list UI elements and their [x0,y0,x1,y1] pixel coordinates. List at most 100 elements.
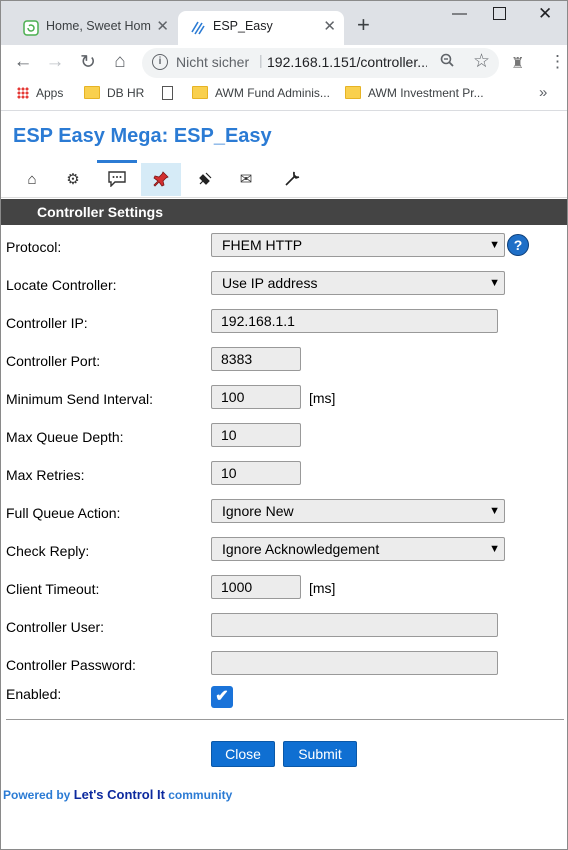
folder-icon [84,86,100,99]
full-queue-label: Full Queue Action: [6,505,121,521]
apps-icon [17,87,29,99]
timeout-label: Client Timeout: [6,581,100,597]
check-reply-row: Check Reply: Ignore Acknowledgement ▼ [1,537,567,567]
esp-favicon-icon [191,21,205,35]
browser-menu-icon[interactable]: ⋮ [549,52,566,72]
client-timeout-input[interactable]: 1000 [211,575,301,599]
controller-password-input[interactable] [211,651,498,675]
main-menu: ⌂ ⚙ ✉ [1,160,567,198]
reload-icon[interactable]: ↻ [77,51,99,74]
folder-icon [345,86,361,99]
footer-brand-link[interactable]: Let's Control It [74,787,165,802]
ip-row: Controller IP: 192.168.1.1 [1,309,567,339]
unit-label: [ms] [309,390,336,406]
port-row: Controller Port: 8383 [1,347,567,377]
close-button[interactable]: Close [211,741,275,767]
browser-window: Home, Sweet Home ✕ ESP_Easy ✕ + — ✕ ← → … [0,0,568,850]
bookmark-awm-fund[interactable]: AWM Fund Adminis... [192,86,330,100]
port-label: Controller Port: [6,353,101,369]
tab-close-icon[interactable]: ✕ [156,17,169,35]
tab-esp-easy[interactable]: ESP_Easy ✕ [178,11,344,45]
tab-close-icon[interactable]: ✕ [323,17,336,35]
full-queue-row: Full Queue Action: Ignore New ▼ [1,499,567,529]
protocol-label: Protocol: [6,239,62,255]
security-label: Nicht sicher [176,54,250,70]
password-row: Controller Password: [1,651,567,681]
unit-label: [ms] [309,580,336,596]
main-icon[interactable]: ⌂ [12,163,52,196]
submit-button[interactable]: Submit [283,741,357,767]
config-icon[interactable]: ⚙ [53,163,93,196]
max-retries-input[interactable]: 10 [211,461,301,485]
locate-row: Locate Controller: Use IP address ▼ [1,271,567,301]
page-icon [162,86,173,100]
info-icon[interactable]: i [152,54,168,70]
retries-label: Max Retries: [6,467,85,483]
notifications-icon[interactable]: ✉ [226,163,266,196]
bookmark-awm-investment[interactable]: AWM Investment Pr... [345,86,484,100]
tab-home[interactable]: Home, Sweet Home ✕ [11,11,177,45]
minimize-icon[interactable]: — [452,5,467,22]
page-content: ESP Easy Mega: ESP_Easy ⌂ ⚙ ✉ Controller… [1,111,567,849]
min-interval-row: Minimum Send Interval: 100 [ms] [1,385,567,415]
controllers-icon[interactable] [97,160,137,196]
url-text[interactable]: 192.168.1.151/controller... [267,54,427,70]
divider [6,719,564,720]
zoom-icon[interactable] [440,53,454,71]
bookmark-db-hr[interactable]: DB HR [84,86,144,100]
dropdown-arrow-icon: ▼ [489,277,500,289]
enabled-label: Enabled: [6,686,62,702]
ip-label: Controller IP: [6,315,88,331]
new-tab-icon[interactable]: + [357,12,370,38]
bookmark-page[interactable] [162,86,180,101]
check-reply-select[interactable]: Ignore Acknowledgement ▼ [211,537,505,561]
back-icon[interactable]: ← [12,51,34,73]
dropdown-arrow-icon: ▼ [489,505,500,517]
queue-depth-row: Max Queue Depth: 10 [1,423,567,453]
section-header: Controller Settings [1,199,567,225]
address-bar[interactable]: i Nicht sicher | 192.168.1.151/controlle… [142,48,499,78]
user-row: Controller User: [1,613,567,643]
check-reply-label: Check Reply: [6,543,90,559]
tab-title: Home, Sweet Home [46,19,151,33]
full-queue-select[interactable]: Ignore New ▼ [211,499,505,523]
timeout-row: Client Timeout: 1000 [ms] [1,575,567,605]
browser-toolbar: ← → ↻ ⌂ i Nicht sicher | 192.168.1.151/c… [1,45,567,81]
dropdown-arrow-icon: ▼ [489,543,500,555]
queue-depth-input[interactable]: 10 [211,423,301,447]
retries-row: Max Retries: 10 [1,461,567,491]
folder-icon [192,86,208,99]
hardware-icon[interactable] [141,163,181,196]
bookmark-star-icon[interactable]: ☆ [473,50,490,73]
protocol-select[interactable]: FHEM HTTP ▼ [211,233,505,257]
controller-ip-input[interactable]: 192.168.1.1 [211,309,498,333]
devices-icon[interactable] [185,163,225,196]
queue-depth-label: Max Queue Depth: [6,429,124,445]
tab-title: ESP_Easy [213,19,273,33]
min-interval-input[interactable]: 100 [211,385,301,409]
bookmark-apps[interactable]: Apps [17,86,63,100]
enabled-checkbox[interactable]: ✔ [211,686,233,708]
home-icon[interactable]: ⌂ [109,51,131,73]
tab-strip: Home, Sweet Home ✕ ESP_Easy ✕ + — ✕ [1,1,567,45]
password-label: Controller Password: [6,657,136,673]
footer: Powered by Let's Control It community [3,787,233,802]
user-label: Controller User: [6,619,105,635]
extension-icon[interactable]: ♜ [511,54,524,72]
locate-select[interactable]: Use IP address ▼ [211,271,505,295]
checkmark-icon: ✔ [215,688,229,705]
protocol-row: Protocol: FHEM HTTP ▼ ? [1,233,567,263]
bookmarks-bar: Apps DB HR AWM Fund Adminis... AWM Inves… [1,81,567,111]
separator: | [259,52,263,68]
close-window-icon[interactable]: ✕ [538,4,552,24]
forward-icon[interactable]: → [44,51,66,73]
more-bookmarks-icon[interactable]: » [539,84,547,101]
controller-user-input[interactable] [211,613,498,637]
maximize-icon[interactable] [493,7,506,20]
page-title: ESP Easy Mega: ESP_Easy [13,125,272,147]
tools-icon[interactable] [272,163,312,196]
locate-label: Locate Controller: [6,277,117,293]
min-interval-label: Minimum Send Interval: [6,391,154,407]
controller-port-input[interactable]: 8383 [211,347,301,371]
help-icon[interactable]: ? [507,234,529,256]
